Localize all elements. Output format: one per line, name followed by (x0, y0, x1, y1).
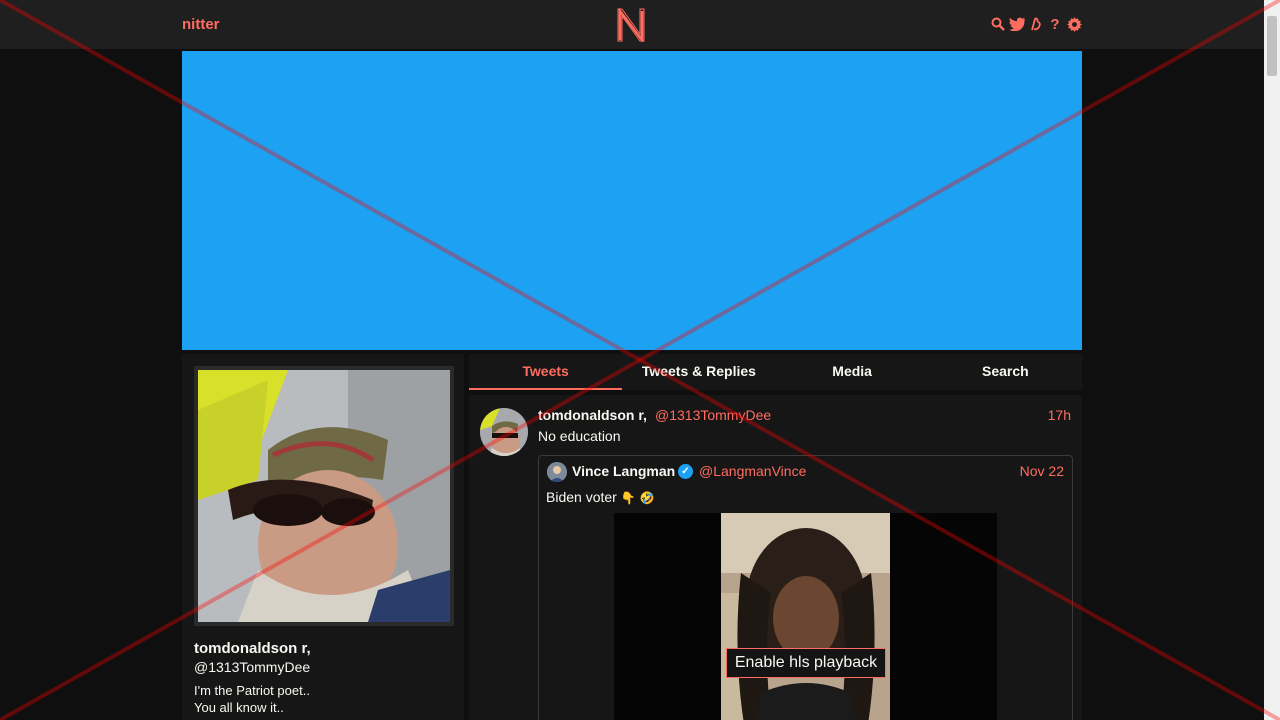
timeline-tweet[interactable]: tomdonaldson r, @1313TommyDee 17h No edu… (469, 395, 1082, 720)
profile-bio: I'm the Patriot poet.. You all know it.. (194, 682, 310, 716)
top-navbar: nitter ? (0, 0, 1264, 50)
quote-text-body: Biden voter (546, 489, 617, 505)
quote-username[interactable]: @LangmanVince (699, 463, 806, 479)
tab-tweets-replies[interactable]: Tweets & Replies (622, 354, 775, 390)
enable-hls-playback-button[interactable]: Enable hls playback (726, 648, 886, 678)
profile-banner[interactable] (182, 51, 1082, 350)
tweet-username[interactable]: @1313TommyDee (655, 407, 771, 423)
gear-icon[interactable] (1066, 16, 1082, 32)
quote-avatar[interactable] (547, 462, 567, 482)
profile-avatar-frame[interactable] (194, 366, 454, 626)
profile-username[interactable]: @1313TommyDee (194, 659, 310, 675)
nitter-logo[interactable] (617, 8, 645, 42)
tweet-avatar[interactable] (480, 408, 528, 456)
quoted-tweet[interactable]: Vince Langman ✓ @LangmanVince Nov 22 Bid… (538, 455, 1073, 720)
rss-icon[interactable] (1028, 16, 1044, 32)
help-icon[interactable]: ? (1047, 16, 1063, 33)
pointing-down-emoji-icon: 👇 (620, 491, 636, 505)
tweet-fullname[interactable]: tomdonaldson r, (538, 407, 647, 423)
brand-link[interactable]: nitter (182, 16, 220, 33)
profile-card: tomdonaldson r, @1313TommyDee I'm the Pa… (182, 354, 464, 720)
quote-video[interactable]: Enable hls playback (614, 513, 997, 720)
profile-fullname[interactable]: tomdonaldson r, (194, 640, 311, 657)
twitter-bird-icon[interactable] (1009, 16, 1025, 32)
rofl-emoji-icon: 🤣 (639, 491, 655, 505)
tweet-date[interactable]: 17h (1048, 407, 1071, 423)
verified-badge-icon: ✓ (678, 464, 693, 479)
page-scrollbar[interactable] (1264, 0, 1280, 720)
video-thumbnail (721, 513, 890, 720)
quote-fullname[interactable]: Vince Langman (572, 463, 675, 479)
tab-media[interactable]: Media (776, 354, 929, 390)
scrollbar-thumb[interactable] (1267, 16, 1277, 76)
bio-line: You all know it.. (194, 700, 284, 715)
bio-line: I'm the Patriot poet.. (194, 683, 310, 698)
tweet-text: No education (538, 428, 621, 444)
profile-avatar[interactable] (198, 370, 450, 622)
nav-icons: ? (990, 16, 1082, 33)
tab-search[interactable]: Search (929, 354, 1082, 390)
quote-date[interactable]: Nov 22 (1020, 463, 1064, 479)
timeline-tabs: Tweets Tweets & Replies Media Search (469, 354, 1082, 390)
tab-tweets[interactable]: Tweets (469, 354, 623, 390)
search-icon[interactable] (990, 16, 1006, 32)
quote-text: Biden voter 👇 🤣 (546, 489, 655, 505)
timeline: Tweets Tweets & Replies Media Search tom… (469, 354, 1082, 720)
